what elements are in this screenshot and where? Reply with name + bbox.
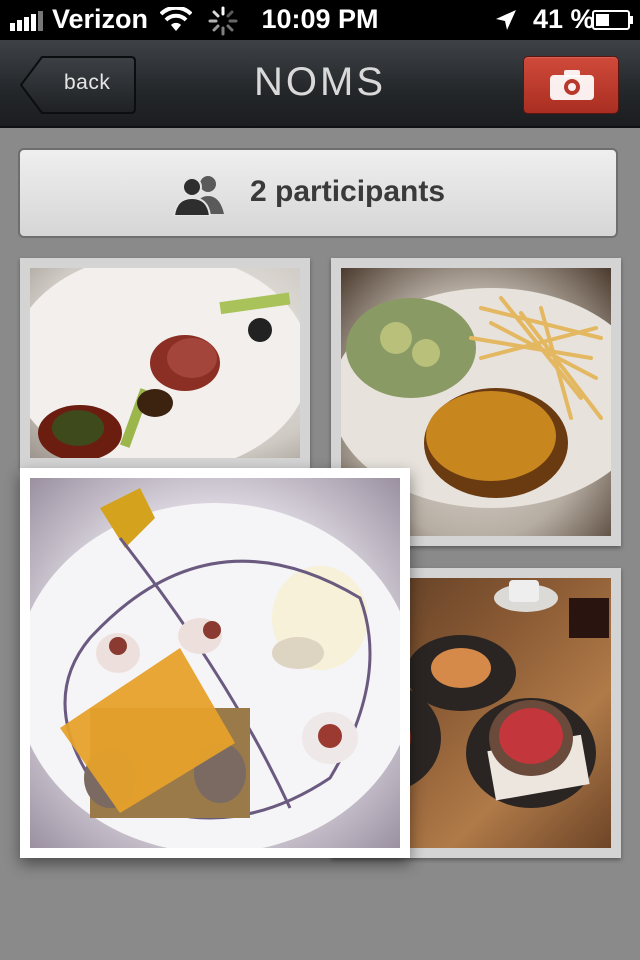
photo-card[interactable] (20, 258, 310, 468)
battery-percent: 41 % (533, 4, 595, 34)
camera-icon (550, 70, 594, 100)
camera-button[interactable] (523, 56, 619, 114)
food-illustration (30, 268, 300, 458)
status-bar: Verizon 10:09 PM 41 % (0, 0, 640, 40)
participants-button[interactable]: 2 participants (18, 148, 618, 238)
photo-card-expanded[interactable] (20, 468, 410, 858)
battery-icon (592, 10, 633, 30)
food-photo (30, 268, 300, 458)
location-arrow-icon (496, 10, 516, 30)
food-photo (30, 478, 400, 848)
participants-label: 2 participants (250, 175, 446, 208)
people-icon (172, 176, 224, 216)
navigation-bar: back NOMS (0, 40, 640, 128)
food-illustration (30, 488, 400, 848)
